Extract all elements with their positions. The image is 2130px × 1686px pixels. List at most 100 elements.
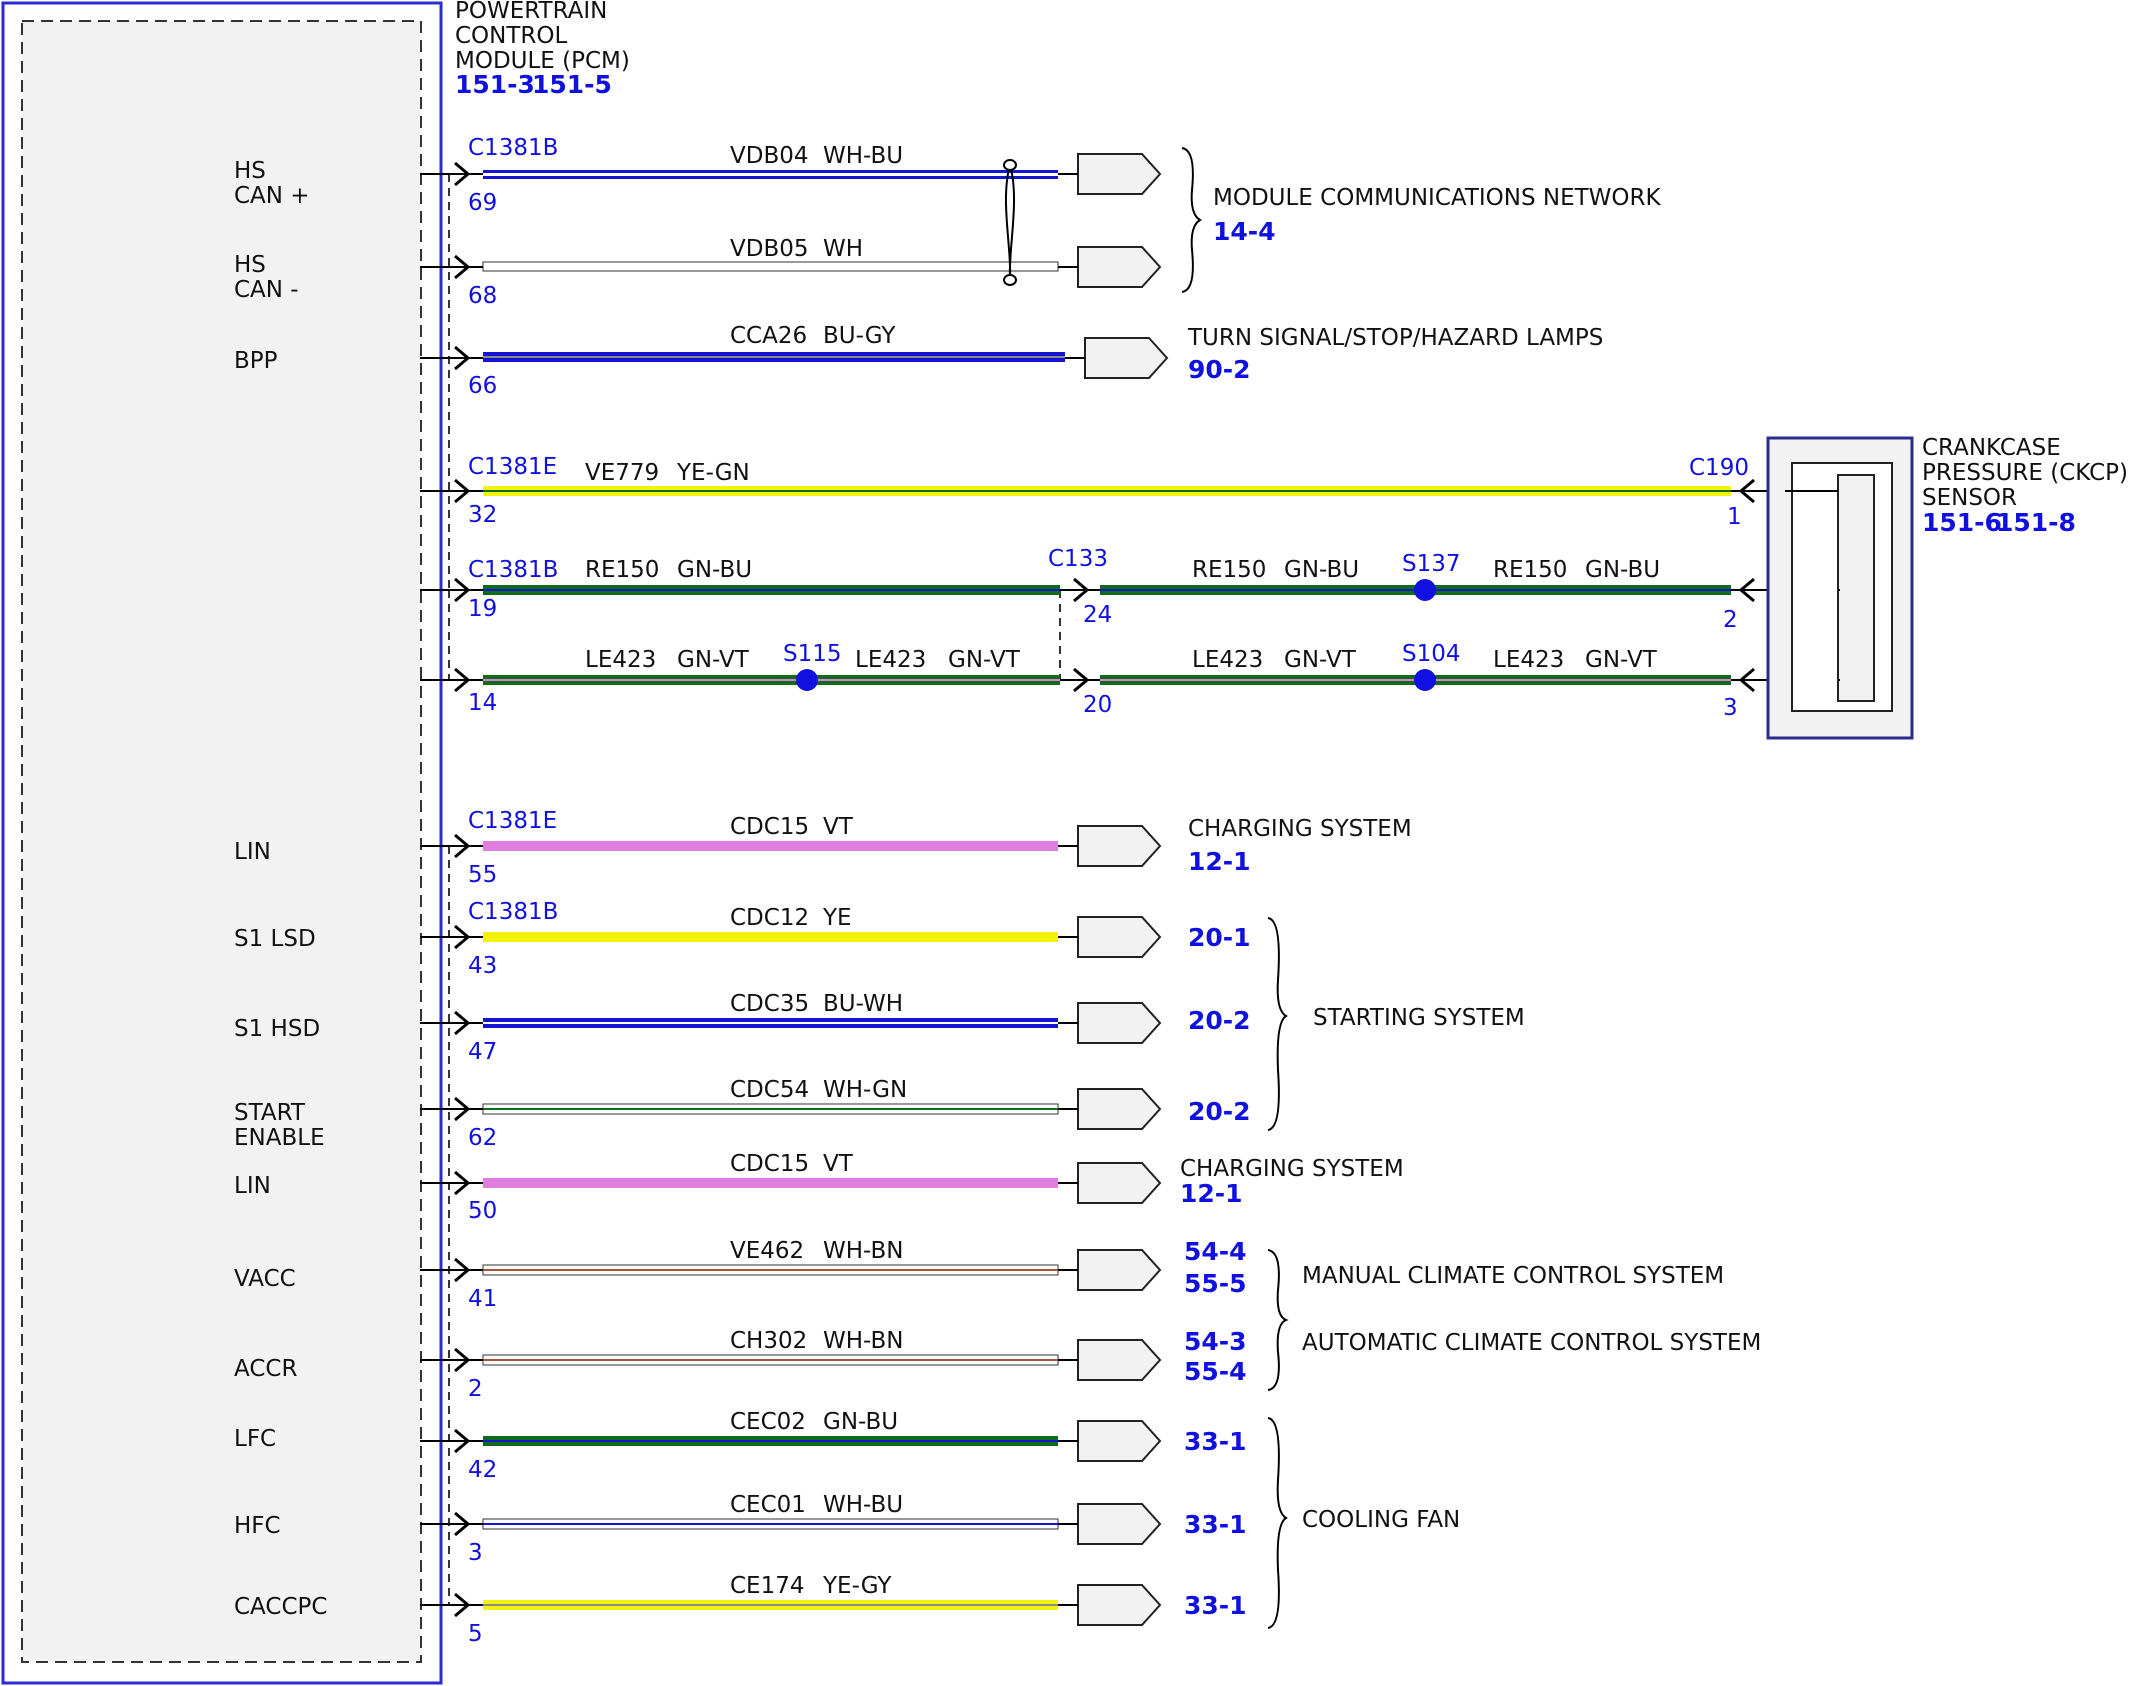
wire-ch302[interactable] [420,1354,1059,1366]
sensor-title-line-2: PRESSURE (CKCP) [1922,460,2128,486]
destination-starting-system[interactable]: STARTING SYSTEM [1313,1005,1525,1031]
destination-ref[interactable]: 54-3 [1184,1327,1247,1356]
wire-ce174[interactable] [420,1600,1058,1610]
wire-cdc15-50[interactable] [420,1178,1058,1188]
connector-outlines [448,174,1061,1606]
circuit-label: CEC01 [730,1492,806,1518]
destination-ref[interactable]: 90-2 [1188,355,1251,384]
destination-ref[interactable]: 12-1 [1180,1179,1243,1208]
circuit-color: WH-BN [823,1328,904,1354]
destination-ref[interactable]: 12-1 [1188,847,1251,876]
circuit-color: WH-BN [823,1238,904,1264]
pcm-title-line-1: POWERTRAIN [455,0,607,24]
wire-cdc15-55[interactable] [420,841,1058,851]
wire-ve462[interactable] [420,1264,1059,1276]
pin-number: 62 [468,1125,497,1151]
pin-number: 3 [468,1540,483,1566]
c133-connector-arrows [1060,577,1100,693]
sensor-connector-arrows [1738,478,1755,693]
pcm-module-inner [21,20,422,1663]
pin-label-lfc: LFC [234,1426,276,1452]
wire-re150[interactable] [420,585,1840,595]
wire-cec02[interactable] [420,1436,1058,1446]
sensor-ref-1: 151-6 [1922,508,2002,537]
destination-ref[interactable]: 20-2 [1188,1006,1251,1035]
destination-ref[interactable]: 33-1 [1184,1427,1247,1456]
circuit-color: YE-GN [676,460,750,486]
destination-connectors [1077,153,1169,1626]
pin-number: 1 [1727,504,1742,530]
destination-ref[interactable]: 54-4 [1184,1237,1247,1266]
pin-label-s1-lsd: S1 LSD [234,926,316,952]
connector-c1381b-3: C1381B [468,899,558,925]
circuit-color: GN-BU [1284,557,1359,583]
circuit-label: VDB04 [730,143,809,169]
pin-number: 66 [468,373,497,399]
circuit-label: CDC15 [730,814,809,840]
wire-ve779[interactable] [420,486,1785,496]
pin-number: 55 [468,862,497,888]
pin-number: 20 [1083,692,1112,718]
circuit-label: VDB05 [730,236,809,262]
destination-ref[interactable]: 33-1 [1184,1591,1247,1620]
splice-label-s104: S104 [1402,641,1461,667]
circuit-label: LE423 [1493,647,1564,673]
sensor-title-line-1: CRANKCASE [1922,435,2061,461]
pcm-connector-arrows [454,161,471,1618]
wiring-diagram: POWERTRAIN CONTROL MODULE (PCM) 151-3 15… [1,0,2128,1685]
circuit-color: GN-BU [677,557,752,583]
wire-le423[interactable] [420,675,1840,685]
pin-number: 32 [468,502,497,528]
connector-c1381e-1: C1381E [468,454,557,480]
destination-module-communications[interactable]: MODULE COMMUNICATIONS NETWORK [1213,185,1661,211]
pin-number: 43 [468,953,497,979]
wire-cca26[interactable] [420,352,1065,362]
pin-label-hfc: HFC [234,1513,281,1539]
circuit-color: GN-VT [677,647,750,673]
circuit-color: BU-WH [823,991,903,1017]
circuit-color: VT [823,1151,854,1177]
pin-label-hs-can-minus-2: CAN - [234,277,299,303]
destination-automatic-climate-control[interactable]: AUTOMATIC CLIMATE CONTROL SYSTEM [1302,1330,1761,1356]
sensor-ref-2: 151-8 [1996,508,2076,537]
pin-number: 41 [468,1286,497,1312]
destination-ref[interactable]: 20-1 [1188,923,1251,952]
pin-number: 42 [468,1457,497,1483]
circuit-color: GN-BU [823,1409,898,1435]
circuit-label: CDC35 [730,991,809,1017]
circuit-color: GN-BU [1585,557,1660,583]
wire-vdb05[interactable] [420,261,1059,272]
circuit-label: CH302 [730,1328,807,1354]
pin-number: 5 [468,1621,483,1647]
wire-cec01[interactable] [420,1518,1059,1530]
destination-turn-signal-lamps[interactable]: TURN SIGNAL/STOP/HAZARD LAMPS [1187,325,1603,351]
destination-charging-system-1[interactable]: CHARGING SYSTEM [1188,816,1412,842]
pin-number: 50 [468,1198,497,1224]
pin-label-hs-can-plus-1: HS [234,158,266,184]
connector-c190: C190 [1689,455,1749,481]
circuit-label: LE423 [1192,647,1263,673]
pin-number: 19 [468,596,497,622]
destination-ref[interactable]: 14-4 [1213,217,1276,246]
pin-label-bpp: BPP [234,348,278,374]
circuit-color: GN-VT [1585,647,1658,673]
pin-label-hs-can-minus-1: HS [234,252,266,278]
pin-number: 68 [468,283,497,309]
pin-number: 3 [1723,695,1738,721]
pin-label-start-enable-1: START [234,1100,306,1126]
destination-ref[interactable]: 55-5 [1184,1269,1247,1298]
destination-manual-climate-control[interactable]: MANUAL CLIMATE CONTROL SYSTEM [1302,1263,1724,1289]
destination-ref[interactable]: 20-2 [1188,1097,1251,1126]
circuit-label: CDC12 [730,905,809,931]
wire-vdb04[interactable] [420,170,1058,179]
circuit-color: WH-BU [823,1492,903,1518]
wire-cdc54[interactable] [420,1103,1059,1115]
destination-ref[interactable]: 33-1 [1184,1510,1247,1539]
wire-cdc35[interactable] [420,1018,1058,1028]
pin-label-hs-can-plus-2: CAN + [234,183,310,209]
wire-cdc12[interactable] [420,932,1058,942]
pin-number: 14 [468,690,497,716]
destination-ref[interactable]: 55-4 [1184,1357,1247,1386]
destination-cooling-fan[interactable]: COOLING FAN [1302,1507,1460,1533]
circuit-label: CCA26 [730,323,807,349]
